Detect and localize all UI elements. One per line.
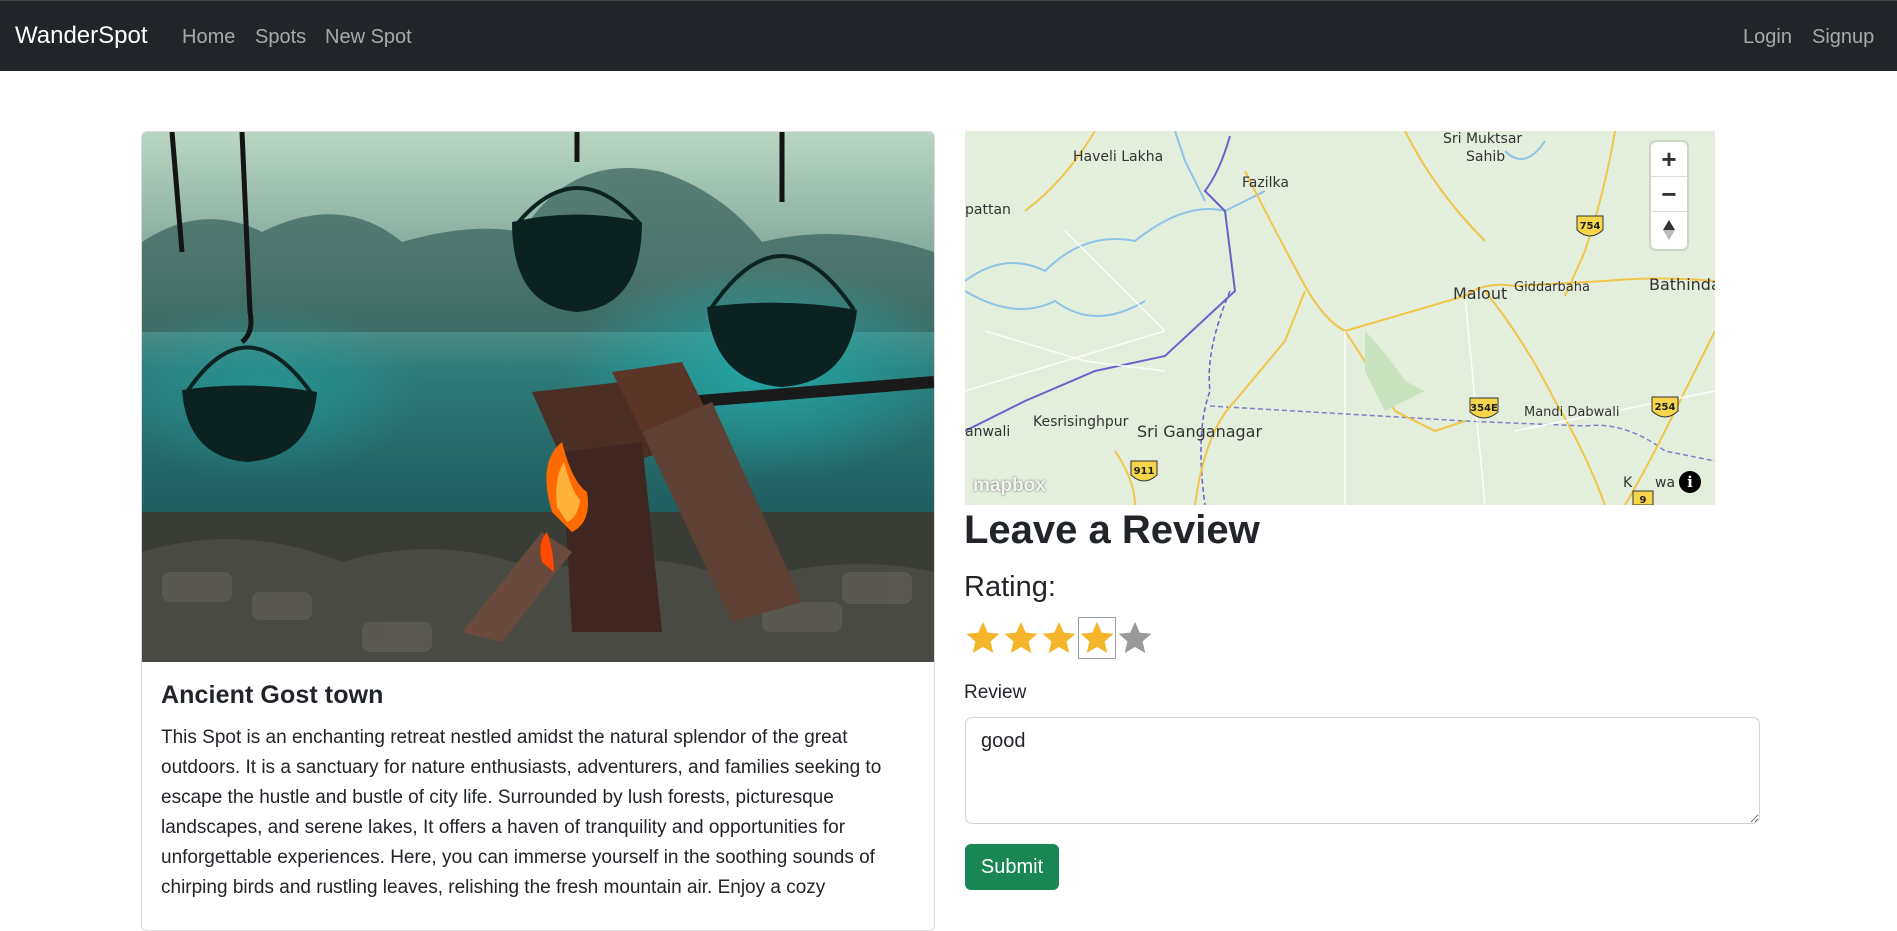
- svg-text:354E: 354E: [1470, 403, 1498, 414]
- location-map[interactable]: 754 354E 254 911 9 Haveli Lakha Sri Mukt…: [965, 131, 1715, 505]
- zoom-out-button[interactable]: −: [1651, 177, 1687, 212]
- spot-title: Ancient Gost town: [161, 681, 384, 709]
- road-shield-9: 9: [1632, 490, 1654, 505]
- star-5-icon[interactable]: [1116, 617, 1154, 659]
- review-textarea[interactable]: [965, 717, 1760, 824]
- road-shield-754: 754: [1576, 215, 1604, 237]
- map-label-giddarbaha: Giddarbaha: [1514, 280, 1590, 295]
- review-label: Review: [964, 682, 1027, 703]
- navbar: WanderSpot Home Spots New Spot Login Sig…: [0, 0, 1897, 71]
- map-label-sahib: Sahib: [1466, 149, 1505, 165]
- map-label-anwali: anwali: [965, 424, 1010, 440]
- map-label-wa: wa: [1655, 475, 1675, 491]
- map-label-haveli-lakha: Haveli Lakha: [1073, 149, 1163, 165]
- map-label-kesrisinghpur: Kesrisinghpur: [1033, 414, 1129, 430]
- star-1-icon[interactable]: [964, 617, 1002, 659]
- nav-signup-link[interactable]: Signup: [1812, 26, 1874, 49]
- star-rating: [964, 617, 1154, 659]
- svg-text:9: 9: [1640, 495, 1647, 505]
- nav-login-link[interactable]: Login: [1743, 26, 1792, 49]
- map-label-sri-muktsar: Sri Muktsar: [1443, 131, 1522, 147]
- spot-image: [142, 132, 934, 662]
- spot-description: This Spot is an enchanting retreat nestl…: [161, 727, 882, 898]
- svg-text:254: 254: [1655, 402, 1676, 413]
- star-3-icon[interactable]: [1040, 617, 1078, 659]
- road-shield-254: 254: [1651, 396, 1679, 418]
- star-2-icon[interactable]: [1002, 617, 1040, 659]
- rating-label: Rating:: [964, 571, 1056, 603]
- nav-spots-link[interactable]: Spots: [255, 26, 306, 49]
- spot-card: Ancient Gost town This Spot is an enchan…: [141, 131, 935, 931]
- brand-logo[interactable]: WanderSpot: [15, 22, 148, 50]
- nav-new-spot-link[interactable]: New Spot: [325, 26, 412, 49]
- map-label-pattan: pattan: [965, 202, 1011, 218]
- map-label-malout: Malout: [1453, 284, 1507, 303]
- review-heading: Leave a Review: [964, 508, 1260, 552]
- zoom-in-button[interactable]: +: [1651, 142, 1687, 177]
- svg-text:911: 911: [1134, 466, 1155, 477]
- road-shield-354e: 354E: [1469, 397, 1499, 419]
- submit-button[interactable]: Submit: [965, 844, 1059, 890]
- spot-card-body: Ancient Gost town This Spot is an enchan…: [161, 681, 917, 903]
- nav-home-link[interactable]: Home: [182, 26, 235, 49]
- svg-text:754: 754: [1580, 221, 1601, 232]
- mapbox-logo[interactable]: mapbox: [973, 475, 1046, 497]
- map-label-bathinda: Bathinda: [1649, 275, 1715, 294]
- map-label-fazilka: Fazilka: [1242, 175, 1289, 191]
- compass-icon: [1663, 219, 1675, 240]
- compass-button[interactable]: [1651, 212, 1687, 247]
- map-nav-controls: + −: [1651, 142, 1687, 249]
- attribution-info-icon[interactable]: i: [1679, 471, 1701, 493]
- road-shield-911: 911: [1130, 460, 1158, 482]
- map-label-sri-ganganagar: Sri Ganganagar: [1137, 422, 1262, 441]
- map-label-k: K: [1623, 475, 1633, 491]
- map-label-mandi-dabwali: Mandi Dabwali: [1524, 405, 1619, 420]
- star-4-icon[interactable]: [1078, 617, 1116, 659]
